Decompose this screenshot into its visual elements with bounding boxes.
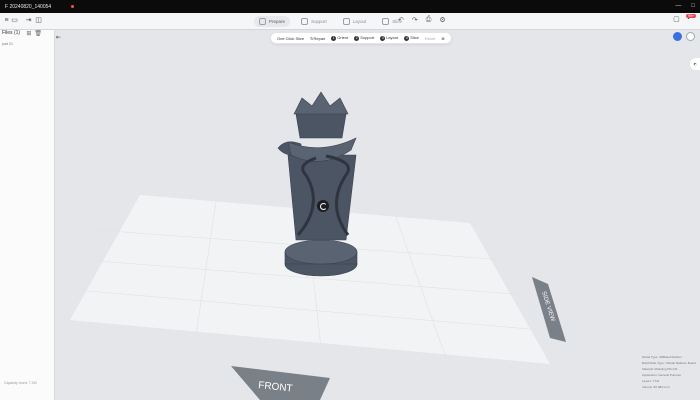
one-click-slice-title: One Click Slice [277,35,305,41]
one-click-slice-bar: One Click Slice ↻Repair 1 Orient 2 Support… [270,32,452,44]
layout-step[interactable]: 3 Layout [380,35,398,41]
slice-step[interactable]: 4 Slice [404,35,419,41]
3d-viewport[interactable]: FRONT SIDE VIEW [56,30,700,400]
bell-icon[interactable]: ◔ 99+ [686,13,696,23]
workflow-tabs: Prepare Support Layout Slice [254,15,407,28]
delete-icon[interactable]: 🗑 [34,30,42,37]
redo-icon[interactable]: ↷ [412,16,418,24]
tab-support[interactable]: Support [296,16,332,27]
info-line: Volume: 82 983 mm³ [642,385,670,389]
camera-button[interactable] [686,32,695,41]
support-step[interactable]: 2 Support [354,35,374,41]
title-bar: F 20240820_140054 — □ [0,0,700,13]
maximize-button[interactable]: □ [691,3,695,9]
notification-badge: 99+ [686,13,696,18]
prepare-icon [259,18,266,25]
import-icon[interactable]: ⇥ [24,16,33,25]
tab-layout[interactable]: Layout [338,16,372,27]
add-file-icon[interactable]: ⊞ [26,30,31,37]
repair-step[interactable]: ↻Repair [310,36,325,41]
loading-spinner [317,200,329,212]
settings-icon[interactable]: ⚙ [439,16,445,24]
recording-dot [71,5,75,8]
file-item[interactable]: part 01 [2,42,13,46]
model-info-panel: Model Type: 3DBase3 Refiner Build Plate … [642,354,696,390]
view-tools [673,32,695,41]
sidebar-title: Files (1) [2,30,21,36]
view-cube-icon[interactable]: ◩ [690,58,700,70]
slice-icon [382,18,390,25]
layout-icon [342,18,350,25]
close-icon[interactable]: ⊗ [441,36,444,41]
toolbar: ≡ ▭ ⇥ ◫ Prepare Support Layout Slice ↶ ↷… [0,13,700,30]
print-icon[interactable]: ⎙ [426,16,432,24]
tab-prepare[interactable]: Prepare [254,16,291,27]
orient-step[interactable]: 1 Orient [331,35,348,41]
minimize-button[interactable]: — [675,3,681,9]
chat-icon[interactable]: ▢ [673,15,680,23]
chess-model[interactable] [277,91,358,277]
undo-icon[interactable]: ↶ [398,16,404,24]
export-icon[interactable]: ◫ [34,16,43,25]
support-icon [301,18,309,25]
reset-button[interactable]: Reset [425,36,435,41]
file-sidebar: Files (1) ⊞ 🗑 part 01 Capacity Used: 7.2… [0,30,55,400]
window-title: F 20240820_140054 [5,3,52,10]
capacity-text: Capacity Used: 7.2M [4,381,37,385]
view-mode-button[interactable] [673,32,682,41]
folder-icon[interactable]: ▭ [10,16,19,25]
